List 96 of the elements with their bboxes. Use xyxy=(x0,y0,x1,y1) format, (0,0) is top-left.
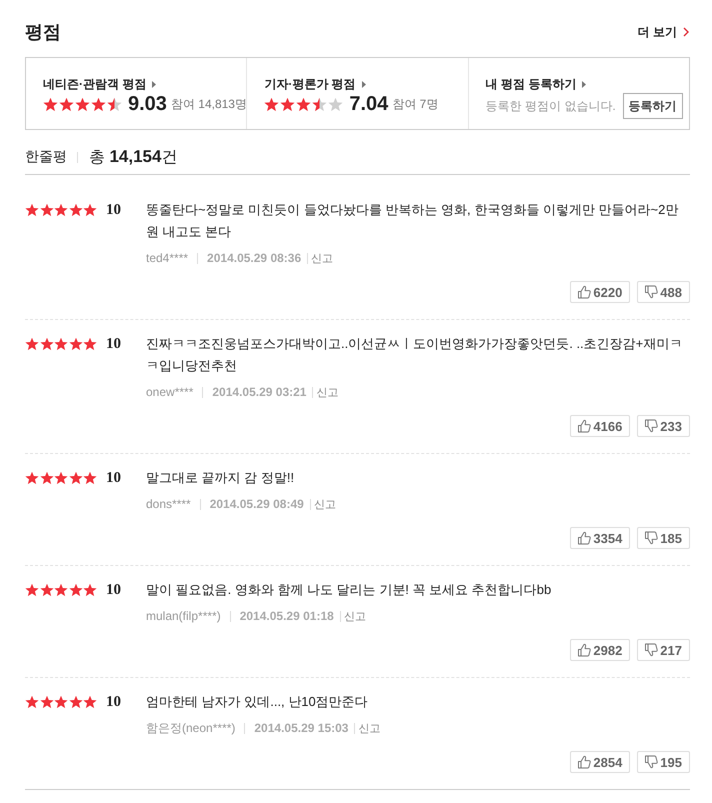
dislike-button[interactable]: 233 xyxy=(637,415,690,437)
thumbs-down-icon xyxy=(644,755,658,769)
star-icon xyxy=(54,583,68,597)
thumbs-down-icon xyxy=(644,643,658,657)
review-text: 말이 필요없음. 영화와 함께 나도 달리는 기분! 꼭 보세요 추천합니다bb xyxy=(146,581,552,599)
thumbs-up-icon xyxy=(577,285,592,299)
star-icon xyxy=(68,695,82,709)
like-button[interactable]: 3354 xyxy=(570,527,630,549)
rating-category-link[interactable]: 기자·평론가 평점 xyxy=(264,75,366,93)
star-icon xyxy=(54,337,68,351)
dislike-button[interactable]: 185 xyxy=(637,527,690,549)
star-icon xyxy=(68,583,82,597)
star-icon xyxy=(83,471,97,485)
dislike-button[interactable]: 217 xyxy=(637,639,690,661)
review-date: 2014.05.29 03:21 xyxy=(212,385,306,399)
star-icon xyxy=(91,96,106,112)
review-text: 똥줄탄다~정말로 미친듯이 들었다놨다를 반복하는 영화, 한국영화들 이렇게만 만들어라~2만원 내고도 본다 xyxy=(146,201,680,241)
caret-right-icon xyxy=(582,80,586,88)
review-score: 10 xyxy=(106,470,121,486)
star-icon xyxy=(25,471,39,485)
thumbs-down-icon xyxy=(644,285,658,299)
report-link[interactable]: 신고 xyxy=(316,384,338,400)
star-icon xyxy=(59,96,74,112)
thumbs-down-icon xyxy=(644,531,658,545)
section-label: 한줄평 xyxy=(25,148,67,166)
star-icon xyxy=(43,96,58,112)
empty-message: 등록한 평점이 없습니다. xyxy=(486,98,616,114)
dislike-button[interactable]: 488 xyxy=(637,281,690,303)
rating-category-link[interactable]: 네티즌·관람객 평점 xyxy=(43,75,156,93)
report-link[interactable]: 신고 xyxy=(311,250,334,266)
half-star-icon xyxy=(312,96,328,112)
star-icon xyxy=(296,96,312,112)
participant-count: 참여 14,813명 xyxy=(170,96,247,112)
register-button[interactable]: 등록하기 xyxy=(622,93,683,119)
section-title: 평점 xyxy=(25,21,61,44)
review-date: 2014.05.29 01:18 xyxy=(240,609,334,623)
review-score: 10 xyxy=(106,202,121,218)
review-score: 10 xyxy=(106,582,121,598)
review-text: 진짜ㅋㅋ조진웅넘포스가대박이고..이선균ㅆㅣ도이번영화가가장좋앗던듯. ..초긴장감+재미ㅋㅋ입니당전추천 xyxy=(146,335,684,375)
star-icon xyxy=(83,583,97,597)
rating-category-link[interactable]: 내 평점 등록하기 xyxy=(486,75,586,93)
rating-score: 9.03 xyxy=(128,92,167,116)
reviewer-name: dons**** xyxy=(146,497,191,511)
review-total: 총 14,154건 xyxy=(89,146,178,168)
thumbs-down-icon xyxy=(644,419,658,433)
review-text: 엄마한테 남자가 있데..., 난10점만준다 xyxy=(146,693,369,711)
star-icon xyxy=(264,96,280,112)
caret-right-icon xyxy=(362,80,366,88)
thumbs-up-icon xyxy=(577,419,592,433)
thumbs-up-icon xyxy=(577,755,592,769)
star-icon xyxy=(83,203,97,217)
star-icon xyxy=(25,337,39,351)
reviewer-name: onew**** xyxy=(146,385,194,399)
caret-right-icon xyxy=(152,80,156,88)
like-button[interactable]: 4166 xyxy=(570,415,630,437)
star-icon xyxy=(40,337,54,351)
star-icon xyxy=(68,337,82,351)
star-icon xyxy=(25,695,39,709)
review-date: 2014.05.29 15:03 xyxy=(254,721,348,735)
half-star-icon xyxy=(107,96,122,112)
more-link[interactable]: 더 보기 xyxy=(638,24,689,40)
star-icon xyxy=(75,96,90,112)
dislike-button[interactable]: 195 xyxy=(637,751,690,773)
like-button[interactable]: 2982 xyxy=(570,639,630,661)
review-score: 10 xyxy=(106,336,121,352)
star-icon xyxy=(68,471,82,485)
review-date: 2014.05.29 08:49 xyxy=(210,497,304,511)
report-link[interactable]: 신고 xyxy=(314,496,336,512)
reviewer-name: mulan(filp****) xyxy=(146,609,221,623)
star-icon xyxy=(54,203,68,217)
report-link[interactable]: 신고 xyxy=(344,608,366,624)
review-score: 10 xyxy=(106,694,121,710)
star-icon xyxy=(25,583,39,597)
report-link[interactable]: 신고 xyxy=(358,720,380,736)
like-button[interactable]: 6220 xyxy=(570,281,630,303)
star-icon xyxy=(280,96,296,112)
thumbs-up-icon xyxy=(577,643,592,657)
star-icon xyxy=(40,203,54,217)
star-icon xyxy=(40,583,54,597)
review-date: 2014.05.29 08:36 xyxy=(207,251,302,265)
star-icon xyxy=(25,203,39,217)
star-icon xyxy=(54,695,68,709)
thumbs-up-icon xyxy=(577,531,592,545)
star-icon xyxy=(40,471,54,485)
star-icon xyxy=(83,337,97,351)
star-icon xyxy=(54,471,68,485)
like-button[interactable]: 2854 xyxy=(570,751,630,773)
review-text: 말그대로 끝까지 감 정말!! xyxy=(146,469,296,487)
star-icon xyxy=(68,203,82,217)
star-icon xyxy=(40,695,54,709)
chevron-right-icon xyxy=(683,27,689,37)
participant-count: 참여 7명 xyxy=(392,96,438,112)
reviewer-name: 함은정(neon****) xyxy=(146,720,236,736)
rating-score: 7.04 xyxy=(349,92,388,116)
star-icon xyxy=(83,695,97,709)
reviewer-name: ted4**** xyxy=(146,251,188,265)
